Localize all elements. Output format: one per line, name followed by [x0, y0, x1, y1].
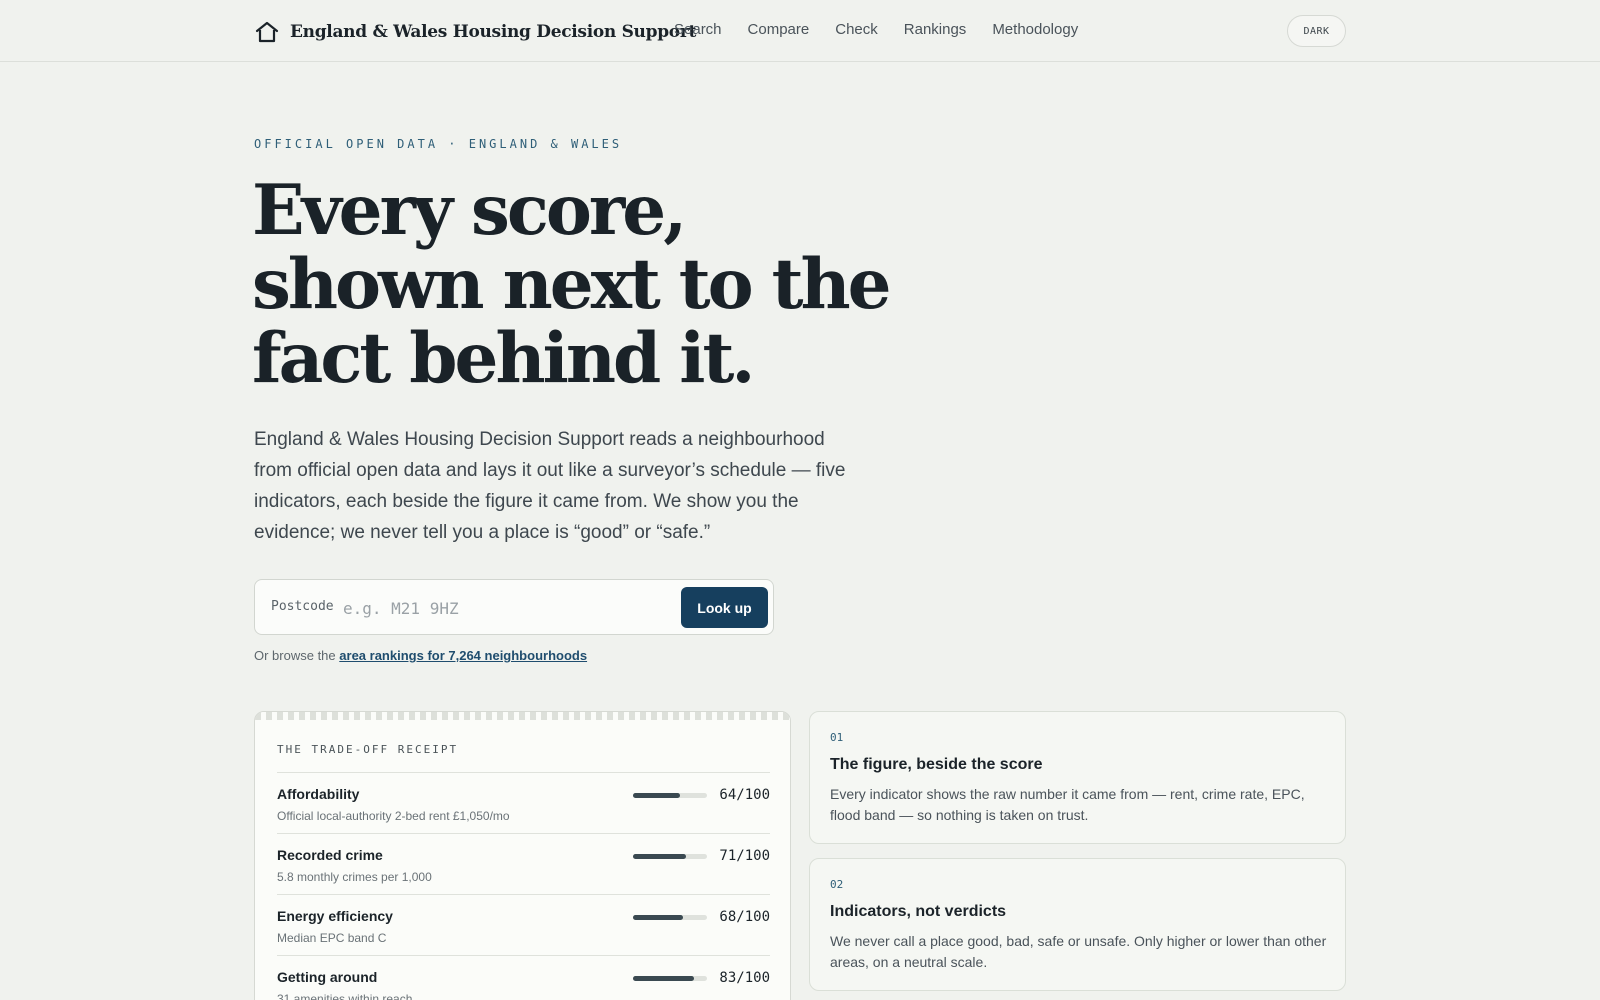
- indicator-name: Affordability: [277, 786, 360, 802]
- score-bar-fill: [633, 854, 686, 859]
- indicator-name: Getting around: [277, 969, 378, 985]
- indicator-fact: 5.8 monthly crimes per 1,000: [277, 870, 432, 884]
- receipt-row-affordability: Affordability Official local-authority 2…: [277, 772, 770, 833]
- main-nav: Search Compare Check Rankings Methodolog…: [674, 21, 1078, 38]
- indicator-name: Energy efficiency: [277, 908, 393, 924]
- indicator-score: 71/100: [719, 848, 770, 864]
- brand[interactable]: England & Wales Housing Decision Support: [254, 18, 696, 46]
- indicator-fact: Official local-authority 2-bed rent £1,0…: [277, 809, 510, 823]
- top-navigation-bar: England & Wales Housing Decision Support…: [0, 0, 1600, 62]
- score-bar: [633, 793, 707, 798]
- feature-card-figure-beside-score: 01 The figure, beside the score Every in…: [809, 711, 1346, 844]
- indicator-score: 68/100: [719, 909, 770, 925]
- feature-body: We never call a place good, bad, safe or…: [830, 933, 1327, 970]
- nav-rankings[interactable]: Rankings: [904, 21, 967, 38]
- indicator-fact: Median EPC band C: [277, 931, 387, 945]
- receipt-rows: Affordability Official local-authority 2…: [277, 772, 770, 1000]
- look-up-button[interactable]: Look up: [681, 587, 768, 628]
- feature-card-indicators-not-verdicts: 02 Indicators, not verdicts We never cal…: [809, 858, 1346, 991]
- browse-rankings-text: Or browse the area rankings for 7,264 ne…: [254, 648, 587, 663]
- receipt-row-energy-efficiency: Energy efficiency Median EPC band C 68/1…: [277, 894, 770, 955]
- receipt-perforation: [255, 712, 790, 720]
- eyebrow-label: OFFICIAL OPEN DATA · ENGLAND & WALES: [254, 137, 623, 151]
- score-bar-fill: [633, 976, 695, 981]
- score-bar: [633, 976, 707, 981]
- browse-prefix: Or browse the: [254, 648, 336, 663]
- brand-name: England & Wales Housing Decision Support: [290, 22, 697, 42]
- indicator-score: 64/100: [719, 787, 770, 803]
- score-bar-fill: [633, 915, 684, 920]
- indicator-fact: 31 amenities within reach: [277, 992, 413, 1000]
- nav-check[interactable]: Check: [835, 21, 878, 38]
- postcode-input[interactable]: [343, 592, 583, 624]
- score-bar-fill: [633, 793, 681, 798]
- dark-mode-toggle[interactable]: DARK: [1287, 15, 1346, 47]
- nav-methodology[interactable]: Methodology: [992, 21, 1078, 38]
- receipt-row-recorded-crime: Recorded crime 5.8 monthly crimes per 1,…: [277, 833, 770, 894]
- feature-number: 01: [830, 731, 844, 744]
- postcode-search-form: Postcode Look up: [254, 579, 774, 635]
- score-bar: [633, 915, 707, 920]
- receipt-row-getting-around: Getting around 31 amenities within reach…: [277, 955, 770, 1000]
- trade-off-receipt: THE TRADE-OFF RECEIPT Affordability Offi…: [254, 711, 791, 1000]
- home-icon: [255, 21, 279, 43]
- score-bar: [633, 854, 707, 859]
- receipt-title: THE TRADE-OFF RECEIPT: [277, 743, 459, 756]
- page-headline: Every score, shown next to the fact behi…: [252, 170, 892, 399]
- indicator-score: 83/100: [719, 970, 770, 986]
- feature-body: Every indicator shows the raw number it …: [830, 786, 1305, 823]
- feature-title: The figure, beside the score: [830, 756, 1043, 773]
- indicator-name: Recorded crime: [277, 847, 383, 863]
- nav-search[interactable]: Search: [674, 21, 722, 38]
- postcode-label: Postcode: [271, 599, 334, 614]
- feature-number: 02: [830, 878, 844, 891]
- feature-title: Indicators, not verdicts: [830, 903, 1007, 920]
- nav-compare[interactable]: Compare: [748, 21, 810, 38]
- intro-paragraph: England & Wales Housing Decision Support…: [254, 429, 846, 543]
- area-rankings-link[interactable]: area rankings for 7,264 neighbourhoods: [339, 648, 587, 663]
